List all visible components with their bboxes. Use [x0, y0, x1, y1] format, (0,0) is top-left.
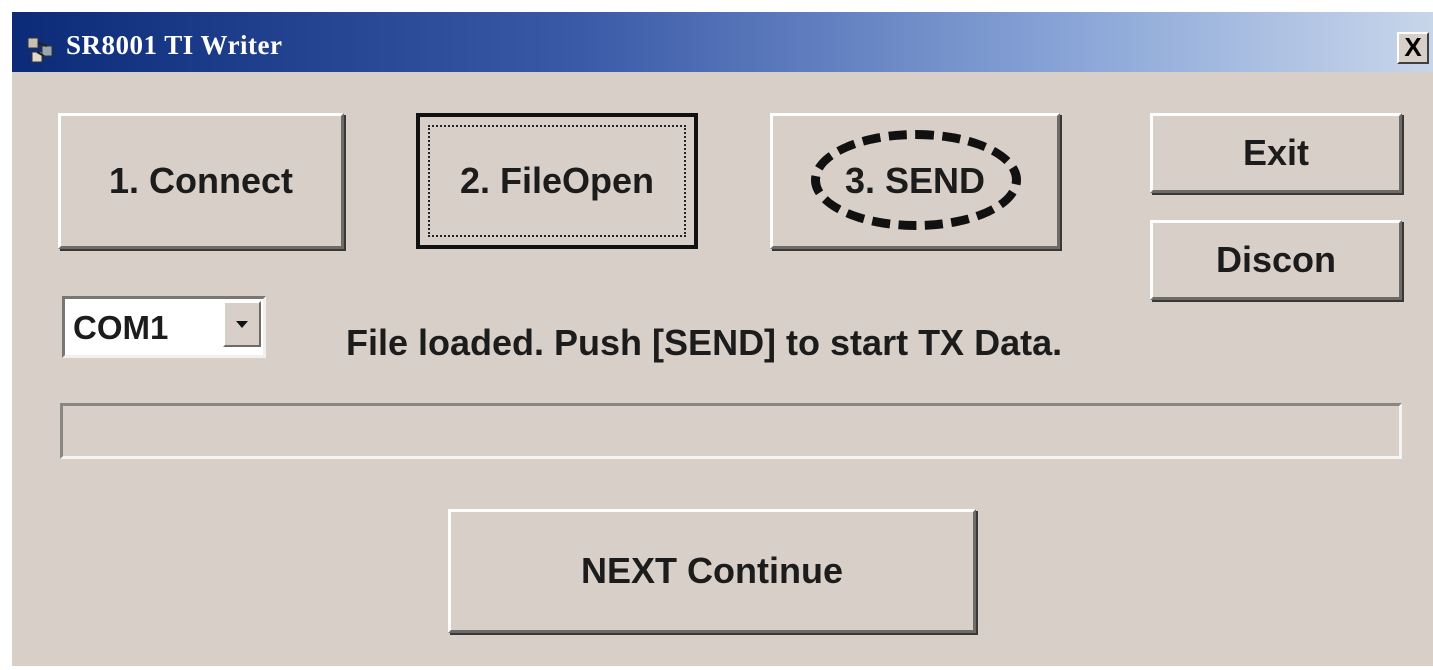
next-continue-button[interactable]: NEXT Continue — [448, 509, 976, 633]
next-continue-button-label: NEXT Continue — [581, 550, 843, 591]
title-bar[interactable]: SR8001 TI Writer X — [12, 12, 1433, 72]
send-button[interactable]: 3. SEND — [770, 113, 1060, 249]
app-window: SR8001 TI Writer X 1. Connect 2. FileOpe… — [12, 12, 1433, 666]
send-button-label: 3. SEND — [844, 160, 986, 201]
com-port-select[interactable]: COM1 — [62, 296, 266, 358]
connect-button[interactable]: 1. Connect — [58, 113, 344, 249]
window-title: SR8001 TI Writer — [66, 30, 283, 60]
com-port-value: COM1 — [73, 309, 169, 346]
close-icon: X — [1404, 32, 1422, 62]
status-message: File loaded. Push [SEND] to start TX Dat… — [346, 322, 1063, 363]
discon-button-label: Discon — [1215, 239, 1337, 280]
progress-bar — [60, 403, 1402, 459]
connect-button-label: 1. Connect — [108, 160, 294, 201]
file-open-button-label: 2. FileOpen — [459, 160, 655, 201]
discon-button[interactable]: Discon — [1150, 220, 1402, 300]
close-button[interactable]: X — [1397, 32, 1429, 64]
exit-button[interactable]: Exit — [1150, 113, 1402, 193]
chevron-down-icon[interactable] — [223, 301, 261, 347]
file-open-button[interactable]: 2. FileOpen — [416, 113, 698, 249]
exit-button-label: Exit — [1242, 132, 1310, 173]
app-icon — [27, 37, 53, 63]
